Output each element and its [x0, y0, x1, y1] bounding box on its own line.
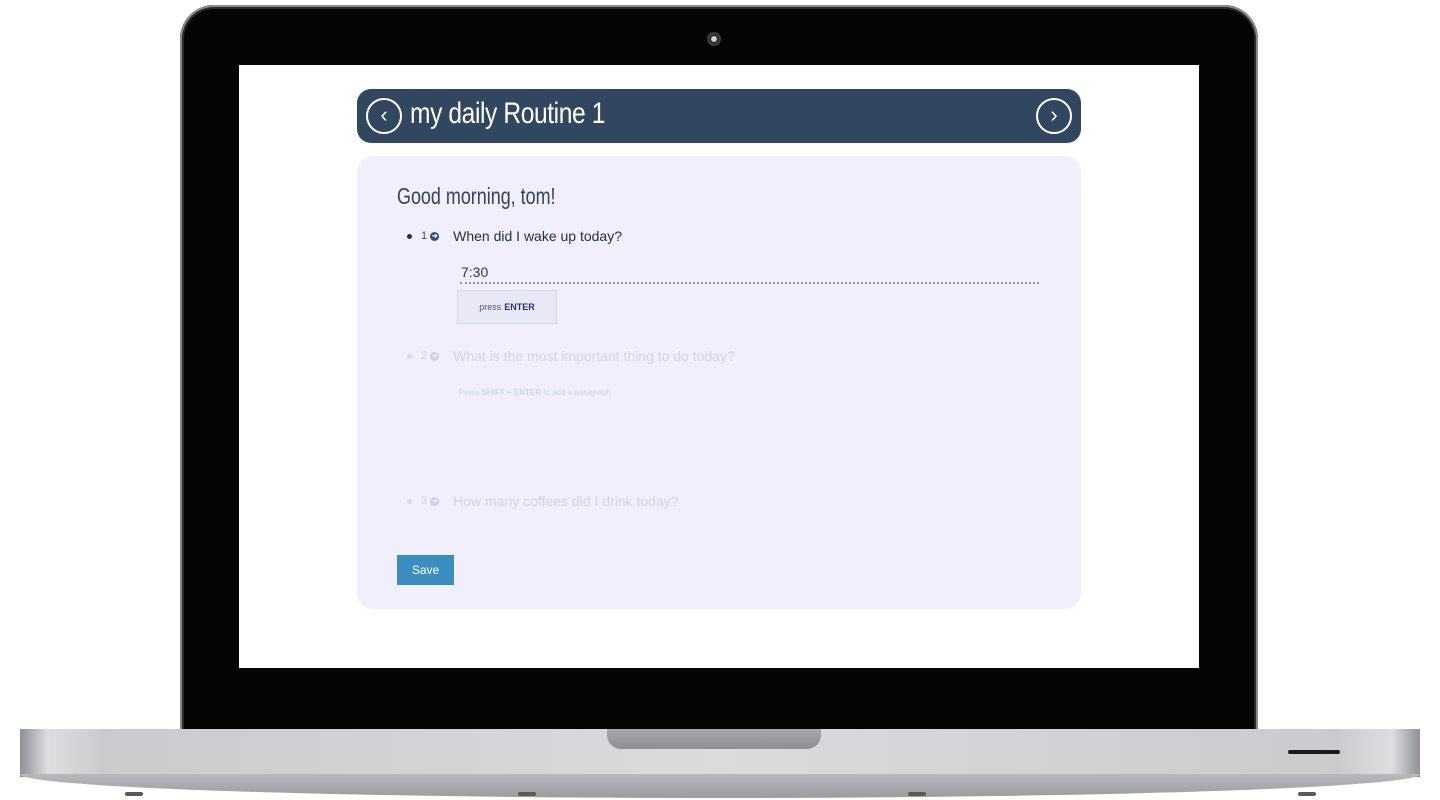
chevron-left-circle-icon[interactable]: ‹ — [366, 98, 402, 134]
laptop-foot — [1298, 792, 1316, 796]
greeting-heading: Good morning, tom! — [397, 183, 556, 209]
bullet-icon — [407, 233, 412, 239]
page-title: my daily Routine 1 — [410, 97, 605, 130]
arrow-right-circle-icon: ➜ — [430, 231, 440, 241]
save-button[interactable]: Save — [397, 555, 454, 585]
routine-card: Good morning, tom! 1 ➜ When did I wake u… — [357, 156, 1081, 609]
question-text: What is the most important thing to do t… — [453, 348, 735, 364]
arrow-right-circle-icon: ➜ — [430, 351, 440, 361]
routine-header: ‹ my daily Routine 1 › — [357, 89, 1081, 143]
app-screen: ‹ my daily Routine 1 › Good morning, tom… — [239, 65, 1199, 668]
question-number: 1 — [421, 230, 428, 242]
laptop-foot — [518, 792, 536, 796]
enter-button-prefix: press — [479, 302, 502, 312]
question-item-2[interactable]: 2 ➜ What is the most important thing to … — [407, 345, 735, 367]
bullet-icon — [407, 353, 412, 359]
question-item-1[interactable]: 1 ➜ When did I wake up today? — [407, 225, 622, 247]
question-text: How many coffees did I drink today? — [453, 493, 679, 509]
laptop-foot — [908, 792, 926, 796]
answer-input[interactable] — [460, 262, 1039, 284]
webcam-icon — [707, 32, 721, 46]
arrow-right-circle-icon: ➜ — [430, 496, 440, 506]
question-item-3[interactable]: 3 ➜ How many coffees did I drink today? — [407, 490, 679, 512]
laptop-indicator-light — [1288, 750, 1340, 754]
press-enter-button[interactable]: press ENTER — [457, 290, 557, 324]
hint-keys: SHIFT + ENTER — [481, 388, 542, 397]
question-number: 2 — [421, 350, 428, 362]
hint-suffix: to add a paragraph — [543, 388, 611, 397]
bullet-icon — [407, 498, 412, 504]
question-number: 3 — [421, 495, 428, 507]
hint-prefix: Press — [459, 388, 480, 397]
laptop-foot — [125, 792, 143, 796]
paragraph-hint: Press SHIFT + ENTER to add a paragraph — [459, 388, 611, 397]
chevron-right-circle-icon[interactable]: › — [1036, 98, 1072, 134]
enter-button-key: ENTER — [504, 302, 535, 312]
laptop-notch — [607, 729, 821, 749]
question-text: When did I wake up today? — [453, 228, 623, 244]
laptop-base-lip — [20, 774, 1420, 798]
